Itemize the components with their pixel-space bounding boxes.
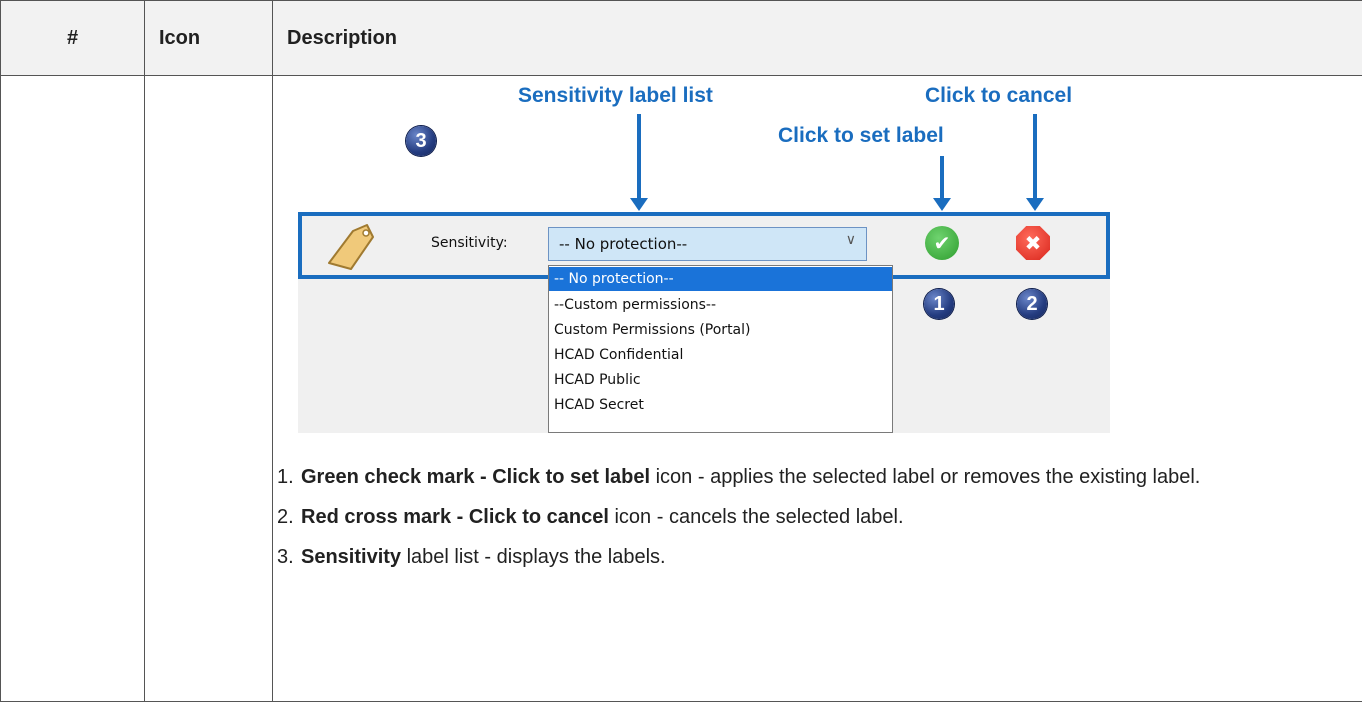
dropdown-option[interactable]: HCAD Public <box>549 368 892 392</box>
dropdown-option[interactable]: --Custom permissions-- <box>549 293 892 317</box>
chevron-down-icon: ∨ <box>846 232 856 248</box>
sensitivity-select[interactable]: -- No protection-- ∨ <box>548 227 867 261</box>
arrow-head-cancel <box>1026 198 1044 211</box>
select-value: -- No protection-- <box>559 235 687 253</box>
sensitivity-dropdown-list: -- No protection-- --Custom permissions-… <box>548 265 893 433</box>
list-bold: Sensitivity <box>301 546 401 568</box>
sensitivity-field-label: Sensitivity: <box>431 235 508 251</box>
arrow-set-label <box>940 156 944 199</box>
annotation-set-label: Click to set label <box>778 124 944 148</box>
header-description: Description <box>273 1 1362 76</box>
list-number: 1. <box>277 457 294 497</box>
cell-description: Sensitivity label list Click to cancel C… <box>273 76 1362 702</box>
header-number: # <box>1 1 145 76</box>
list-text: icon - cancels the selected label. <box>609 506 904 528</box>
notes-list: 1.Green check mark - Click to set label … <box>273 457 1362 577</box>
annotation-cancel: Click to cancel <box>925 84 1072 108</box>
callout-badge-3: 3 <box>406 126 436 156</box>
list-bold: Red cross mark - Click to cancel <box>301 506 609 528</box>
table-header-row: # Icon Description <box>1 1 1362 76</box>
dropdown-option[interactable]: HCAD Secret <box>549 393 892 417</box>
list-text: icon - applies the selected label or rem… <box>650 466 1200 488</box>
list-bold: Green check mark - Click to set label <box>301 466 650 488</box>
list-item: 3. Sensitivity label list - displays the … <box>273 537 1362 577</box>
list-item: 2. Red cross mark - Click to cancel icon … <box>273 497 1362 537</box>
callout-badge-1: 1 <box>924 289 954 319</box>
arrow-head-set-label <box>933 198 951 211</box>
list-item: 1.Green check mark - Click to set label … <box>273 457 1362 497</box>
arrow-label-list <box>637 114 641 199</box>
arrow-cancel <box>1033 114 1037 199</box>
dropdown-option[interactable]: HCAD Confidential <box>549 343 892 367</box>
close-icon: ✖ <box>1025 231 1042 255</box>
cell-number <box>1 76 145 702</box>
dropdown-option[interactable]: Custom Permissions (Portal) <box>549 318 892 342</box>
dropdown-option[interactable]: -- No protection-- <box>549 267 892 291</box>
cell-icon <box>145 76 273 702</box>
list-number: 2. <box>277 497 294 537</box>
arrow-head-label-list <box>630 198 648 211</box>
sensitivity-figure: Sensitivity label list Click to cancel C… <box>273 76 1113 459</box>
callout-badge-2: 2 <box>1017 289 1047 319</box>
table-row: Sensitivity label list Click to cancel C… <box>1 76 1362 702</box>
header-icon: Icon <box>145 1 273 76</box>
list-text: label list - displays the labels. <box>401 546 666 568</box>
annotation-label-list: Sensitivity label list <box>518 84 713 108</box>
document-table: # Icon Description Sensitivity label lis… <box>0 0 1362 702</box>
list-number: 3. <box>277 537 294 577</box>
tag-icon <box>321 219 381 273</box>
set-label-button[interactable]: ✔ <box>925 226 959 260</box>
check-icon: ✔ <box>934 231 951 255</box>
